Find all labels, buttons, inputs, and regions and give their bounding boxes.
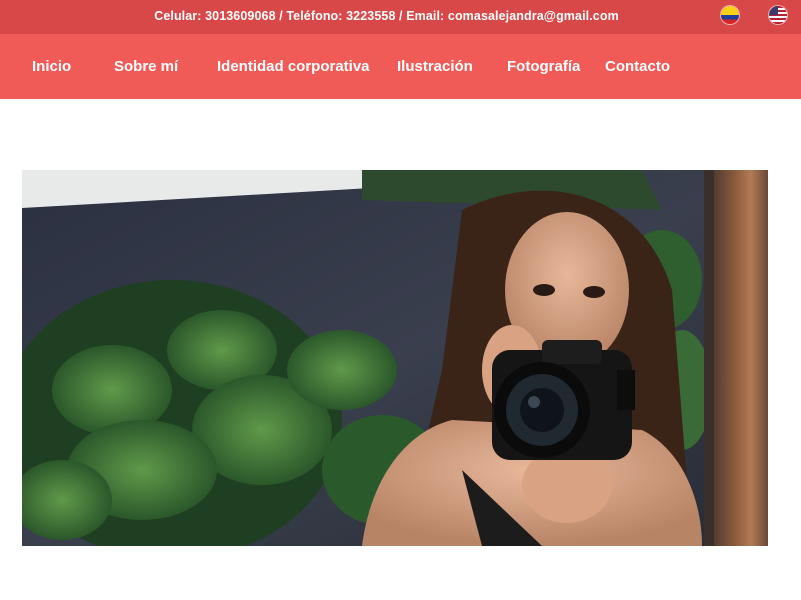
hero-photo — [22, 170, 768, 546]
nav-item-sobre-mi[interactable]: Sobre mí — [114, 34, 178, 99]
nav-item-ilustracion[interactable]: Ilustración — [397, 34, 473, 99]
nav-item-fotografia[interactable]: Fotografía — [507, 34, 580, 99]
nav-item-identidad-corporativa[interactable]: Identidad corporativa — [217, 34, 370, 99]
nav-item-inicio[interactable]: Inicio — [32, 34, 71, 99]
main-navigation: Inicio Sobre mí Identidad corporativa Il… — [0, 34, 801, 99]
top-contact-bar: Celular: 3013609068 / Teléfono: 3223558 … — [0, 0, 801, 34]
hero-photo-illustration — [22, 170, 768, 546]
contact-info-text: Celular: 3013609068 / Teléfono: 3223558 … — [154, 9, 619, 23]
usa-flag-icon[interactable] — [769, 6, 787, 24]
nav-item-contacto[interactable]: Contacto — [605, 34, 670, 99]
colombia-flag-icon[interactable] — [721, 6, 739, 24]
